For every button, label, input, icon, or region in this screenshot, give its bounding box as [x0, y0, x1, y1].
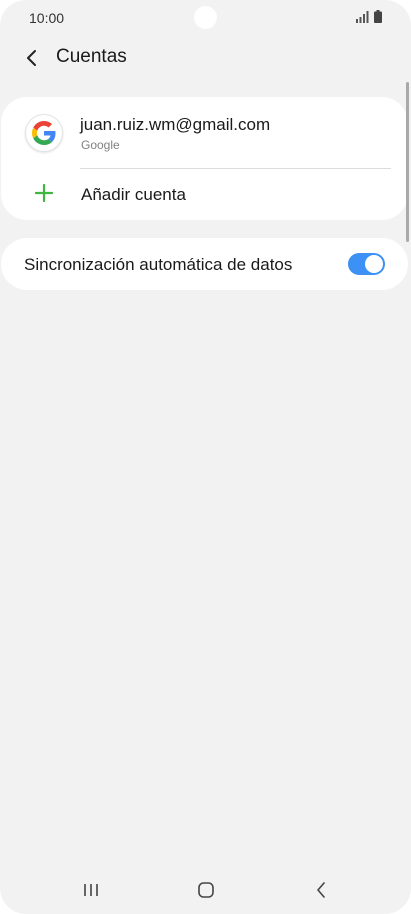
google-icon	[25, 114, 63, 152]
scrollbar[interactable]	[406, 82, 409, 242]
accounts-card: juan.ruiz.wm@gmail.com Google Añadir cue…	[1, 97, 408, 220]
recent-apps-icon	[84, 884, 98, 896]
nav-back-button[interactable]	[306, 878, 336, 902]
add-account-label: Añadir cuenta	[81, 185, 186, 204]
toggle-knob	[365, 255, 383, 273]
auto-sync-row[interactable]: Sincronización automática de datos	[1, 238, 408, 290]
signal-icon	[356, 11, 369, 23]
status-bar: 10:00	[0, 0, 411, 36]
auto-sync-toggle[interactable]	[348, 253, 385, 275]
back-arrow-icon	[27, 50, 36, 66]
status-time: 10:00	[29, 10, 65, 26]
account-email: juan.ruiz.wm@gmail.com	[80, 115, 271, 134]
plus-icon	[35, 184, 53, 202]
back-button[interactable]	[18, 44, 46, 72]
header: Cuentas	[0, 36, 411, 80]
battery-icon	[374, 10, 382, 23]
recent-apps-button[interactable]	[76, 878, 106, 902]
navigation-bar	[0, 866, 411, 914]
account-item-google[interactable]: juan.ruiz.wm@gmail.com Google	[1, 97, 408, 169]
camera-cutout	[194, 6, 217, 29]
auto-sync-label: Sincronización automática de datos	[24, 255, 293, 274]
back-icon	[317, 882, 325, 898]
home-button[interactable]	[191, 878, 221, 902]
home-icon	[198, 882, 214, 898]
page-title: Cuentas	[56, 46, 127, 67]
account-type: Google	[81, 138, 120, 152]
add-account-button[interactable]: Añadir cuenta	[1, 169, 408, 220]
screen: 10:00 Cuentas juan.ruiz.wm@gmail.com Goo…	[0, 0, 411, 914]
